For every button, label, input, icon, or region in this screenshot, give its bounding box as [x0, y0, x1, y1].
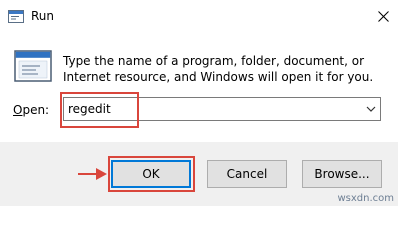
- close-button[interactable]: [368, 0, 398, 32]
- run-app-icon: [8, 10, 24, 23]
- instructions-text: Type the name of a program, folder, docu…: [63, 54, 374, 84]
- cancel-button[interactable]: Cancel: [207, 160, 287, 188]
- open-label-rest: pen:: [22, 103, 50, 117]
- pointer-arrow-icon: [78, 168, 107, 180]
- watermark: wsxdn.com: [337, 193, 394, 204]
- browse-button[interactable]: Browse...: [302, 160, 382, 188]
- title-bar: Run: [0, 0, 398, 34]
- run-program-icon: [14, 50, 52, 82]
- window-title: Run: [31, 9, 55, 23]
- input-highlight-box: [60, 92, 139, 128]
- close-icon: [377, 10, 389, 22]
- chevron-down-icon[interactable]: [365, 103, 377, 115]
- ok-highlight-box: [108, 156, 195, 192]
- open-label: Open:: [13, 103, 49, 117]
